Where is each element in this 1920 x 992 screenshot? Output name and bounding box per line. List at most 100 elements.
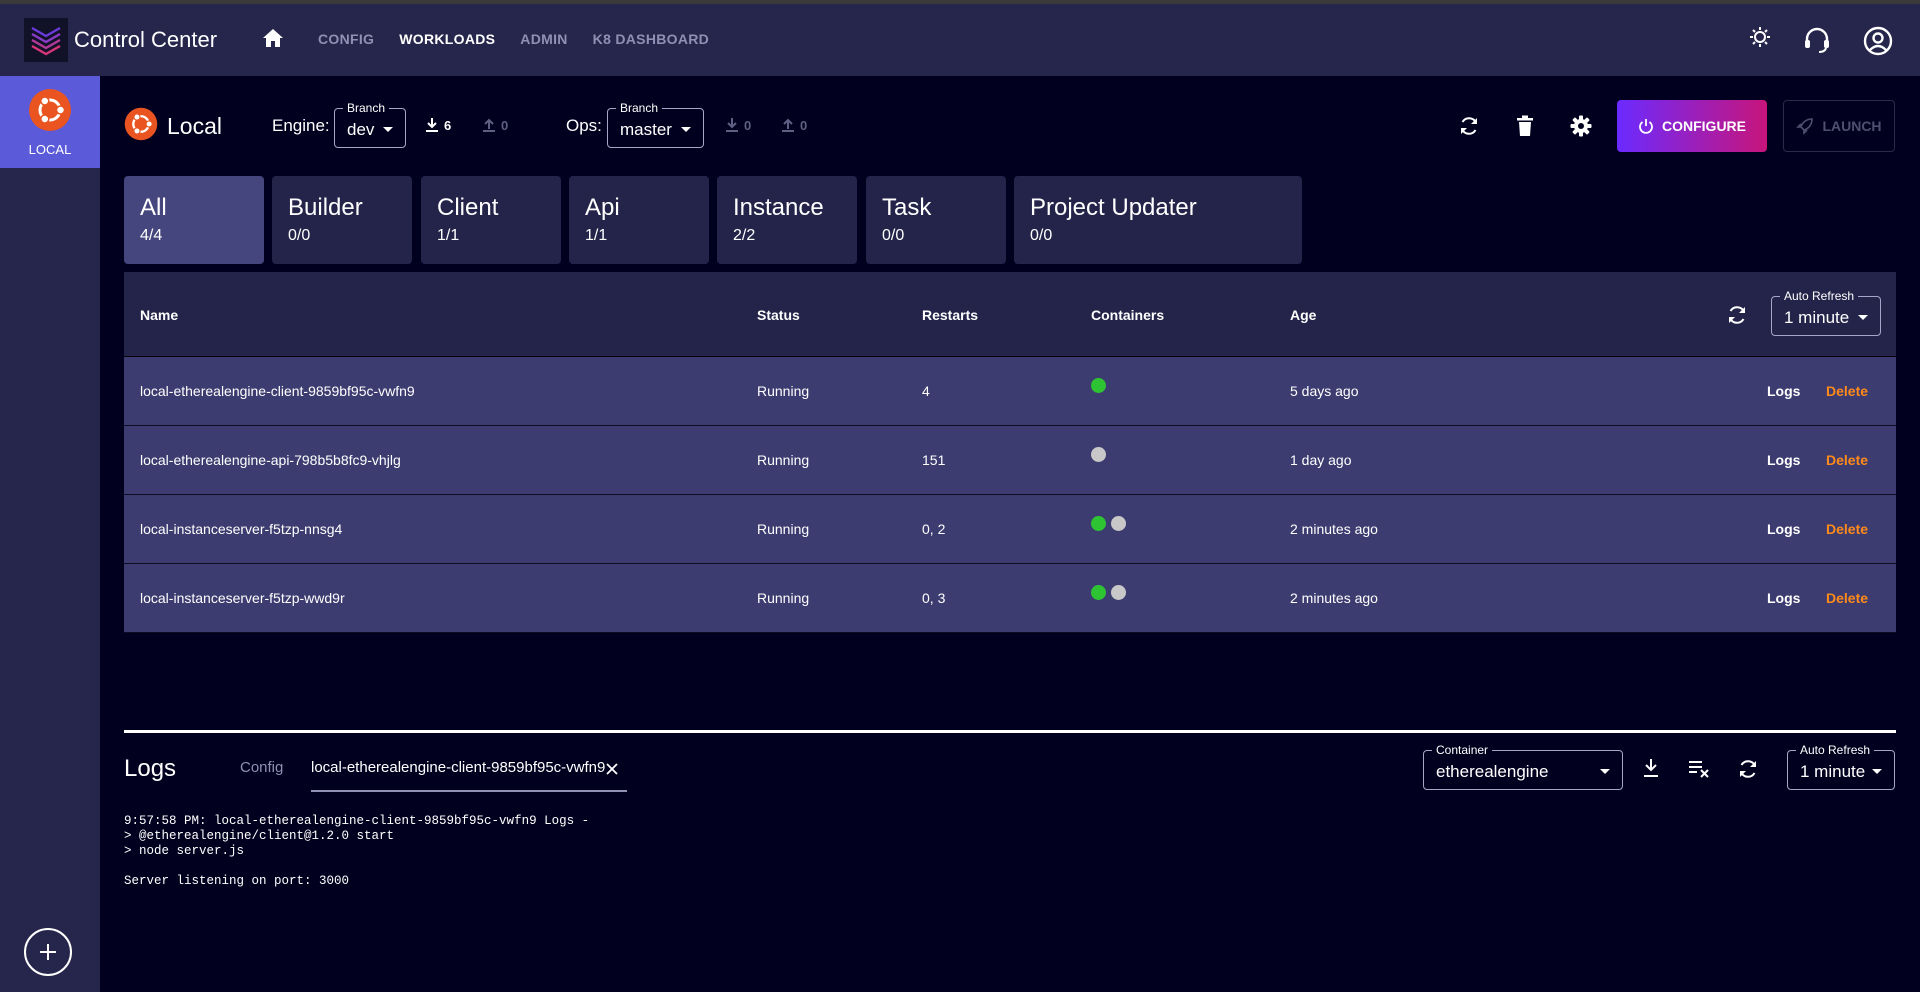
header-containers: Containers <box>1091 307 1165 323</box>
refresh-icon[interactable] <box>1737 758 1759 785</box>
header-name: Name <box>140 307 179 323</box>
sidebar: LOCAL <box>0 76 100 992</box>
nav-admin[interactable]: ADMIN <box>520 31 567 47</box>
sidebar-item-label: LOCAL <box>28 142 72 157</box>
header-status: Status <box>757 307 800 323</box>
rocket-icon <box>1796 118 1814 135</box>
select-value: etherealengine <box>1436 762 1549 781</box>
count-value: 0 <box>744 117 752 133</box>
table-row[interactable]: local-etherealengine-client-9859bf95c-vw… <box>124 357 1896 426</box>
pod-status: Running <box>757 383 810 399</box>
pod-name: local-instanceserver-f5tzp-wwd9r <box>140 590 345 606</box>
tab-count: 0/0 <box>288 227 311 244</box>
delete-button[interactable]: Delete <box>1826 452 1868 468</box>
delete-button[interactable]: Delete <box>1826 383 1868 399</box>
count-value: 0 <box>800 117 808 133</box>
gear-icon[interactable] <box>1570 115 1592 142</box>
support-icon[interactable] <box>1803 26 1831 59</box>
tab-client[interactable]: Client 1/1 <box>421 176 561 264</box>
app-logo <box>24 18 68 62</box>
ops-branch-select[interactable]: Branch master <box>607 101 704 148</box>
engine-behind-count[interactable]: 6 <box>425 117 451 133</box>
tab-count: 0/0 <box>1030 227 1053 244</box>
container-status-dot <box>1091 516 1106 531</box>
table-header: Name Status Restarts Containers Age Auto… <box>124 272 1896 357</box>
configure-label: CONFIGURE <box>1662 118 1746 134</box>
table-row[interactable]: local-etherealengine-api-798b5b8fc9-vhjl… <box>124 426 1896 495</box>
pod-name: local-etherealengine-api-798b5b8fc9-vhjl… <box>140 452 401 468</box>
tab-task[interactable]: Task 0/0 <box>866 176 1006 264</box>
theme-toggle-icon[interactable] <box>1749 26 1771 53</box>
tab-count: 1/1 <box>437 227 460 244</box>
select-value: 1 minute <box>1800 762 1866 781</box>
pod-restarts: 4 <box>922 383 930 399</box>
delete-button[interactable]: Delete <box>1826 590 1868 606</box>
tab-pod-logs[interactable]: local-etherealengine-client-9859bf95c-vw… <box>311 759 605 776</box>
ops-ahead-count[interactable]: 0 <box>781 117 807 133</box>
home-icon[interactable] <box>262 28 284 53</box>
table-row[interactable]: local-instanceserver-f5tzp-wwd9r Running… <box>124 564 1896 633</box>
app-header: Control Center CONFIG WORKLOADS ADMIN K8… <box>0 4 1920 76</box>
refresh-icon[interactable] <box>1458 115 1480 142</box>
auto-refresh-select[interactable]: Auto Refresh 1 minute <box>1771 289 1881 336</box>
configure-button[interactable]: CONFIGURE <box>1617 100 1767 152</box>
power-icon <box>1639 119 1653 134</box>
pod-restarts: 0, 2 <box>922 521 946 537</box>
trash-icon[interactable] <box>1516 115 1534 142</box>
nav-config[interactable]: CONFIG <box>318 31 374 47</box>
caret-down-icon <box>383 127 393 132</box>
tab-name: Builder <box>288 194 363 221</box>
tab-instance[interactable]: Instance 2/2 <box>717 176 857 264</box>
plus-icon <box>40 944 56 960</box>
pod-restarts: 0, 3 <box>922 590 946 606</box>
pod-status: Running <box>757 590 810 606</box>
close-icon[interactable] <box>606 762 618 780</box>
pod-age: 2 minutes ago <box>1290 590 1378 606</box>
logs-button[interactable]: Logs <box>1767 590 1800 606</box>
account-icon[interactable] <box>1863 26 1893 61</box>
main-nav: CONFIG WORKLOADS ADMIN K8 DASHBOARD <box>318 31 709 47</box>
pod-name: local-instanceserver-f5tzp-nnsg4 <box>140 521 343 537</box>
tab-name: Instance <box>733 194 824 221</box>
tab-count: 4/4 <box>140 227 163 244</box>
tab-all[interactable]: All 4/4 <box>124 176 264 264</box>
active-tab-indicator <box>311 790 627 792</box>
logs-button[interactable]: Logs <box>1767 452 1800 468</box>
logs-button[interactable]: Logs <box>1767 521 1800 537</box>
sidebar-item-local[interactable]: LOCAL <box>0 76 100 168</box>
nav-k8-dashboard[interactable]: K8 DASHBOARD <box>593 31 709 47</box>
refresh-icon[interactable] <box>1726 304 1748 331</box>
delete-button[interactable]: Delete <box>1826 521 1868 537</box>
tab-count: 0/0 <box>882 227 905 244</box>
tab-builder[interactable]: Builder 0/0 <box>272 176 412 264</box>
logs-auto-refresh-select[interactable]: Auto Refresh 1 minute <box>1787 743 1895 790</box>
engine-branch-select[interactable]: Branch dev <box>334 101 406 148</box>
caret-down-icon <box>1858 315 1868 320</box>
ops-behind-count[interactable]: 0 <box>725 117 751 133</box>
tab-api[interactable]: Api 1/1 <box>569 176 709 264</box>
log-line: 9:57:58 PM: local-etherealengine-client-… <box>124 814 590 828</box>
select-legend: Auto Refresh <box>1796 743 1875 757</box>
logs-title: Logs <box>124 755 177 782</box>
ubuntu-icon <box>28 88 72 137</box>
upload-icon <box>782 118 794 132</box>
engine-ahead-count[interactable]: 0 <box>482 117 508 133</box>
header-restarts: Restarts <box>922 307 979 323</box>
tab-name: Task <box>882 194 932 221</box>
container-status-dot <box>1091 447 1106 462</box>
clear-list-icon[interactable] <box>1688 760 1710 783</box>
ubuntu-icon <box>124 107 158 146</box>
nav-workloads[interactable]: WORKLOADS <box>399 31 495 47</box>
logs-button[interactable]: Logs <box>1767 383 1800 399</box>
tab-project-updater[interactable]: Project Updater 0/0 <box>1014 176 1302 264</box>
add-cluster-button[interactable] <box>24 928 72 976</box>
launch-button[interactable]: LAUNCH <box>1783 100 1895 152</box>
download-icon <box>726 118 738 132</box>
logs-divider[interactable] <box>124 730 1896 733</box>
container-select[interactable]: Container etherealengine <box>1423 743 1623 790</box>
download-icon[interactable] <box>1642 758 1660 783</box>
tab-config[interactable]: Config <box>240 759 283 776</box>
table-row[interactable]: local-instanceserver-f5tzp-nnsg4 Running… <box>124 495 1896 564</box>
caret-down-icon <box>1872 769 1882 774</box>
